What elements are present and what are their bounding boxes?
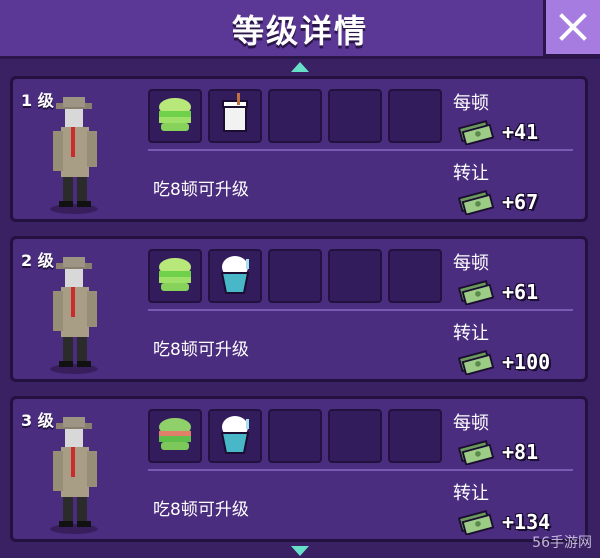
- ice-cream-cup-icon: [221, 255, 250, 294]
- scroll-up-arrow-icon[interactable]: [291, 62, 309, 72]
- money-icon: [458, 440, 494, 465]
- food-slot: [148, 89, 202, 143]
- close-button[interactable]: [543, 0, 600, 57]
- food-slot-empty: [328, 249, 382, 303]
- per-meal-value: +61: [502, 280, 539, 304]
- upgrade-requirement: 吃8顿可升级: [153, 500, 249, 520]
- title-bar: 等级详情: [0, 0, 600, 59]
- green-burger-icon: [159, 98, 191, 131]
- money-icon: [458, 120, 494, 145]
- page-title: 等级详情: [231, 12, 368, 50]
- food-slot-empty: [268, 249, 322, 303]
- per-meal-label: 每顿: [453, 93, 489, 114]
- milkshake-icon: [222, 92, 248, 132]
- food-slot-empty: [328, 89, 382, 143]
- per-meal-value: +41: [502, 120, 539, 144]
- money-icon: [458, 350, 494, 375]
- money-icon: [458, 510, 494, 535]
- food-slot: [148, 249, 202, 303]
- upgrade-requirement: 吃8顿可升级: [153, 340, 249, 360]
- watermark: 56手游网: [532, 535, 592, 551]
- level-panel-3: 3 级 吃8顿可升级 每顿 +81 转让 +134: [10, 396, 588, 542]
- transfer-value: +67: [502, 190, 539, 214]
- per-meal-reward: +41: [458, 119, 538, 145]
- divider: [148, 309, 573, 311]
- transfer-reward: +100: [458, 349, 550, 375]
- green-burger-icon: [159, 258, 191, 291]
- food-slot-empty: [268, 89, 322, 143]
- money-icon: [458, 280, 494, 305]
- close-icon: [559, 13, 587, 41]
- food-slot-empty: [388, 249, 442, 303]
- transfer-label: 转让: [453, 483, 489, 504]
- scroll-down-arrow-icon[interactable]: [291, 546, 309, 556]
- level-panel-1: 1 级 吃8顿可升级 每顿 +41 转让 +67: [10, 76, 588, 222]
- transfer-value: +134: [502, 510, 551, 534]
- per-meal-label: 每顿: [453, 253, 489, 274]
- transfer-label: 转让: [453, 163, 489, 184]
- food-slot-empty: [328, 409, 382, 463]
- money-icon: [458, 190, 494, 215]
- upgrade-requirement: 吃8顿可升级: [153, 180, 249, 200]
- level-panel-2: 2 级 吃8顿可升级 每顿 +61 转让 +100: [10, 236, 588, 382]
- per-meal-reward: +61: [458, 279, 538, 305]
- per-meal-reward: +81: [458, 439, 538, 465]
- transfer-value: +100: [502, 350, 551, 374]
- detective-character-icon: [50, 97, 98, 214]
- burger-icon: [159, 418, 191, 450]
- food-slot-empty: [388, 89, 442, 143]
- per-meal-value: +81: [502, 440, 539, 464]
- transfer-label: 转让: [453, 323, 489, 344]
- per-meal-label: 每顿: [453, 413, 489, 434]
- detective-character-icon: [50, 257, 98, 374]
- transfer-reward: +67: [458, 189, 538, 215]
- divider: [148, 469, 573, 471]
- detective-character-icon: [50, 417, 98, 534]
- food-slot-empty: [388, 409, 442, 463]
- food-slot: [208, 89, 262, 143]
- food-slot: [208, 249, 262, 303]
- ice-cream-cup-icon: [221, 415, 250, 454]
- food-slot: [208, 409, 262, 463]
- divider: [148, 149, 573, 151]
- food-slot-empty: [268, 409, 322, 463]
- food-slot: [148, 409, 202, 463]
